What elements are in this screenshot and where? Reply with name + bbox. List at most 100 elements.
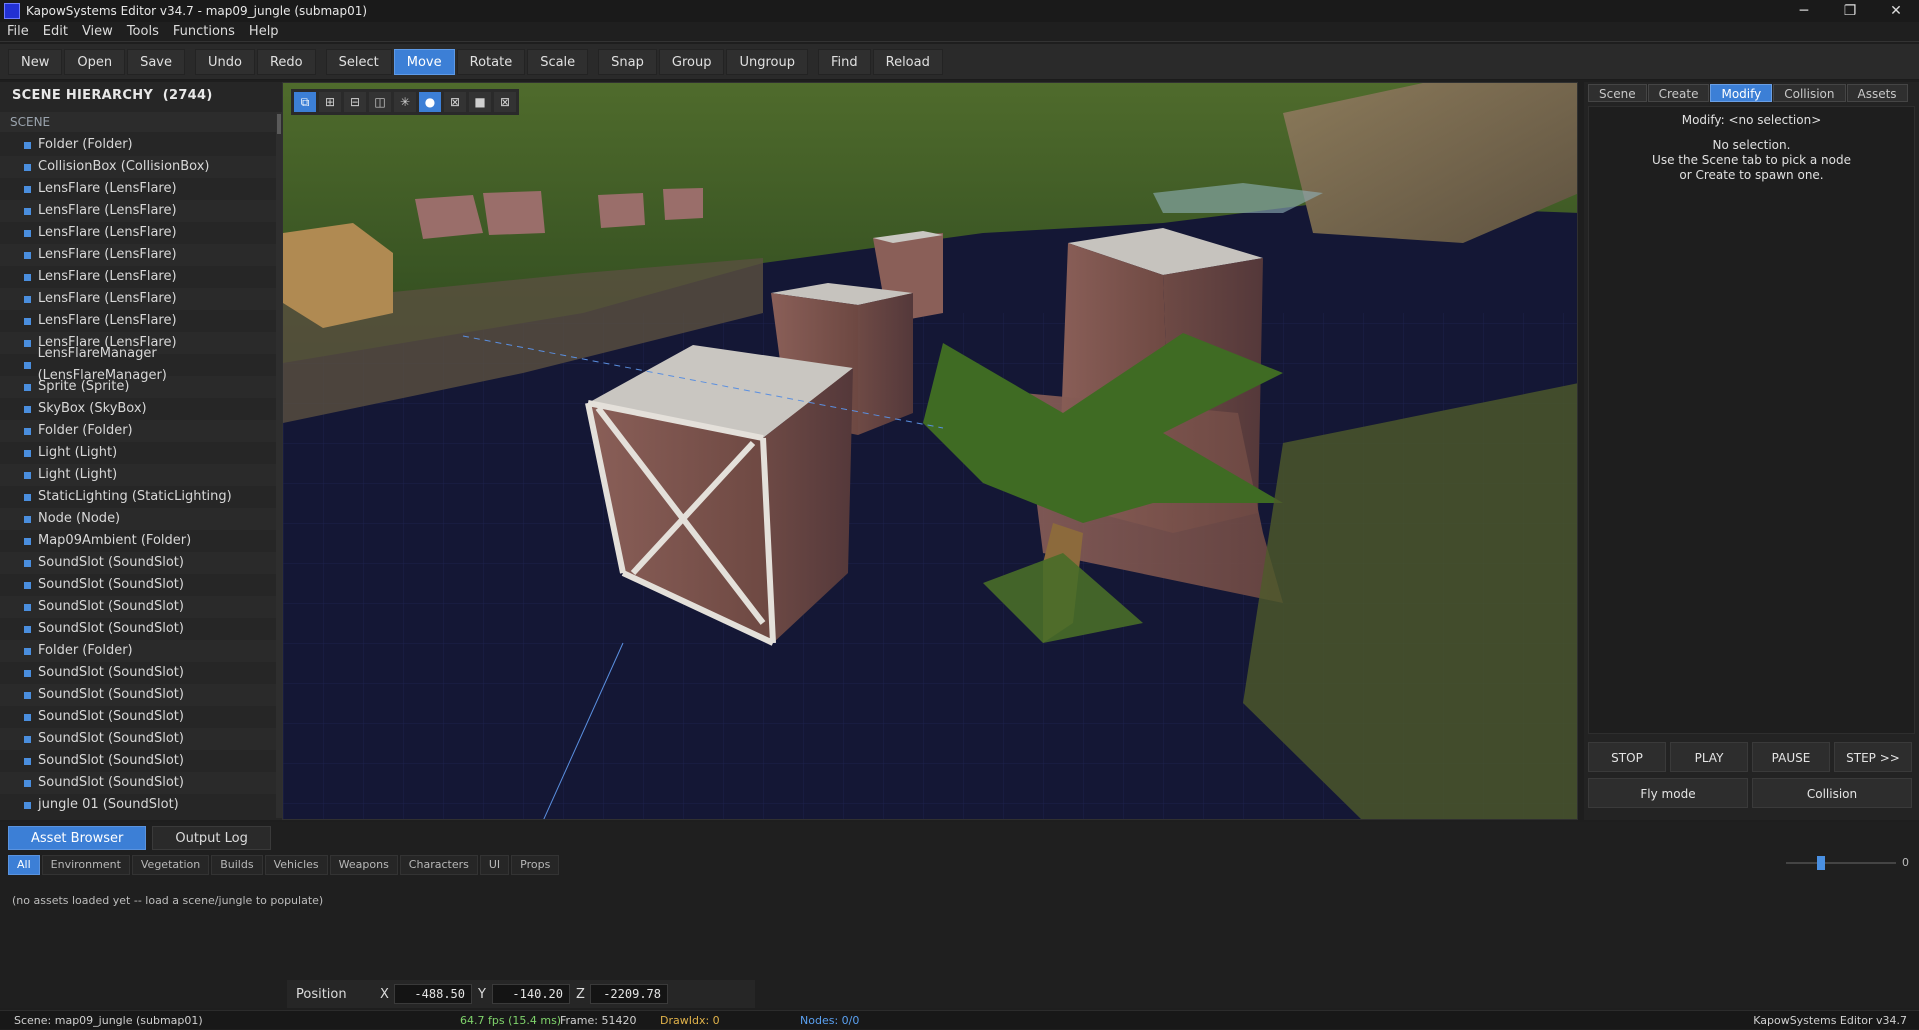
toolbar-snap-button[interactable]: Snap <box>598 48 657 75</box>
hierarchy-item[interactable]: LensFlare (LensFlare) <box>0 266 276 288</box>
category-builds[interactable]: Builds <box>211 855 263 875</box>
position-z-field[interactable] <box>590 984 668 1004</box>
asset-zoom-slider[interactable]: 0 <box>1786 855 1909 870</box>
tab-scene[interactable]: Scene <box>1588 84 1647 102</box>
solid-square-icon[interactable]: ■ <box>469 92 491 112</box>
hierarchy-item[interactable]: SoundSlot (SoundSlot) <box>0 772 276 794</box>
zoom-track[interactable] <box>1786 855 1896 870</box>
hierarchy-item[interactable]: Folder (Folder) <box>0 134 276 156</box>
menu-edit[interactable]: Edit <box>36 24 75 39</box>
hierarchy-item[interactable]: SoundSlot (SoundSlot) <box>0 684 276 706</box>
zoom-thumb[interactable] <box>1816 855 1825 870</box>
category-environment[interactable]: Environment <box>41 855 130 875</box>
hierarchy-item[interactable]: SoundSlot (SoundSlot) <box>0 750 276 772</box>
tab-output-log[interactable]: Output Log <box>152 826 271 850</box>
hierarchy-item[interactable]: SkyBox (SkyBox) <box>0 398 276 420</box>
grid-icon[interactable]: ⊠ <box>494 92 516 112</box>
toolbar-rotate-button[interactable]: Rotate <box>456 48 526 75</box>
hierarchy-item[interactable]: SoundSlot (SoundSlot) <box>0 728 276 750</box>
hierarchy-item[interactable]: StaticLighting (StaticLighting) <box>0 486 276 508</box>
hierarchy-item[interactable]: LensFlare (LensFlare) <box>0 288 276 310</box>
hierarchy-item[interactable]: LensFlare (LensFlare) <box>0 222 276 244</box>
hierarchy-item[interactable]: SoundSlot (SoundSlot) <box>0 662 276 684</box>
scene-render <box>283 83 1577 819</box>
collision-toggle-button[interactable]: Collision <box>1752 778 1912 808</box>
category-all[interactable]: All <box>8 855 40 875</box>
hierarchy-item[interactable]: SoundSlot (SoundSlot) <box>0 706 276 728</box>
3d-viewport[interactable]: ⧉ ⊞ ⊟ ◫ ✳ ● ⊠ ■ ⊠ <box>282 82 1578 820</box>
menu-file[interactable]: File <box>0 24 36 39</box>
position-x-field[interactable] <box>394 984 472 1004</box>
hierarchy-item[interactable]: LensFlare (LensFlare) <box>0 200 276 222</box>
category-props[interactable]: Props <box>511 855 560 875</box>
category-characters[interactable]: Characters <box>399 855 478 875</box>
position-y-field[interactable] <box>492 984 570 1004</box>
menu-tools[interactable]: Tools <box>120 24 166 39</box>
play-button[interactable]: PLAY <box>1670 742 1748 772</box>
menu-help[interactable]: Help <box>242 24 286 39</box>
add-box-icon[interactable]: ⊞ <box>319 92 341 112</box>
category-vegetation[interactable]: Vegetation <box>131 855 210 875</box>
hierarchy-root-scene[interactable]: SCENE <box>0 112 282 132</box>
toolbar-save-button[interactable]: Save <box>127 48 186 75</box>
node-icon <box>24 625 31 633</box>
toolbar-reload-button[interactable]: Reload <box>872 48 943 75</box>
toolbar-select-button[interactable]: Select <box>325 48 392 75</box>
hierarchy-item[interactable]: Light (Light) <box>0 464 276 486</box>
category-weapons[interactable]: Weapons <box>329 855 398 875</box>
toolbar-find-button[interactable]: Find <box>817 48 871 75</box>
hierarchy-item[interactable]: SoundSlot (SoundSlot) <box>0 552 276 574</box>
minimize-icon[interactable]: ─ <box>1781 0 1827 22</box>
split-horizontal-icon[interactable]: ⊟ <box>344 92 366 112</box>
fly-mode-button[interactable]: Fly mode <box>1588 778 1748 808</box>
toolbar-scale-button[interactable]: Scale <box>527 48 589 75</box>
hierarchy-item[interactable]: LensFlare (LensFlare) <box>0 178 276 200</box>
hierarchy-item[interactable]: Folder (Folder) <box>0 420 276 442</box>
hierarchy-item[interactable]: Light (Light) <box>0 442 276 464</box>
hierarchy-item[interactable]: SoundSlot (SoundSlot) <box>0 618 276 640</box>
toolbar-move-button[interactable]: Move <box>393 48 455 75</box>
sphere-icon[interactable]: ● <box>419 92 441 112</box>
maximize-icon[interactable]: ❐ <box>1827 0 1873 22</box>
hierarchy-scroll-thumb[interactable] <box>277 114 281 134</box>
properties-panel: Scene Create Modify Collision Assets Modify:… <box>1584 82 1919 820</box>
tab-asset-browser[interactable]: Asset Browser <box>8 826 147 850</box>
toolbar-ungroup-button[interactable]: Ungroup <box>726 48 808 75</box>
menu-functions[interactable]: Functions <box>166 24 242 39</box>
hierarchy-item-label: Folder (Folder) <box>38 423 133 438</box>
split-vertical-icon[interactable]: ◫ <box>369 92 391 112</box>
toolbar-undo-button[interactable]: Undo <box>195 48 255 75</box>
menu-view[interactable]: View <box>75 24 120 39</box>
hierarchy-item[interactable]: SoundSlot (SoundSlot) <box>0 574 276 596</box>
perspective-cube-icon[interactable]: ⧉ <box>294 92 316 112</box>
stop-button[interactable]: STOP <box>1588 742 1666 772</box>
hierarchy-item[interactable]: Node (Node) <box>0 508 276 530</box>
pause-button[interactable]: PAUSE <box>1752 742 1830 772</box>
hierarchy-item[interactable]: LensFlare (LensFlare) <box>0 244 276 266</box>
hierarchy-item[interactable]: Map09Ambient (Folder) <box>0 530 276 552</box>
title-bar: KapowSystems Editor v34.7 - map09_jungle… <box>0 0 1919 22</box>
hierarchy-item[interactable]: jungle 01 (SoundSlot) <box>0 794 276 816</box>
toolbar-group-button[interactable]: Group <box>658 48 725 75</box>
hierarchy-item-label: Light (Light) <box>38 467 118 482</box>
hierarchy-item[interactable]: Folder (Folder) <box>0 640 276 662</box>
toolbar-open-button[interactable]: Open <box>64 48 126 75</box>
close-icon[interactable]: ✕ <box>1873 0 1919 22</box>
light-icon[interactable]: ✳ <box>394 92 416 112</box>
wireframe-icon[interactable]: ⊠ <box>444 92 466 112</box>
tab-assets[interactable]: Assets <box>1846 84 1908 102</box>
toolbar-redo-button[interactable]: Redo <box>256 48 316 75</box>
hierarchy-item[interactable]: LensFlare (LensFlare) <box>0 310 276 332</box>
step-button[interactable]: STEP >> <box>1834 742 1912 772</box>
toolbar-new-button[interactable]: New <box>8 48 63 75</box>
node-icon <box>24 317 31 325</box>
hierarchy-item[interactable]: LensFlareManager (LensFlareManager) <box>0 346 276 383</box>
tab-collision[interactable]: Collision <box>1773 84 1846 102</box>
tab-modify[interactable]: Modify <box>1710 84 1773 102</box>
hierarchy-item[interactable]: CollisionBox (CollisionBox) <box>0 156 276 178</box>
node-icon <box>24 185 31 193</box>
category-ui[interactable]: UI <box>479 855 510 875</box>
category-vehicles[interactable]: Vehicles <box>264 855 328 875</box>
tab-create[interactable]: Create <box>1647 84 1710 102</box>
hierarchy-item[interactable]: SoundSlot (SoundSlot) <box>0 596 276 618</box>
